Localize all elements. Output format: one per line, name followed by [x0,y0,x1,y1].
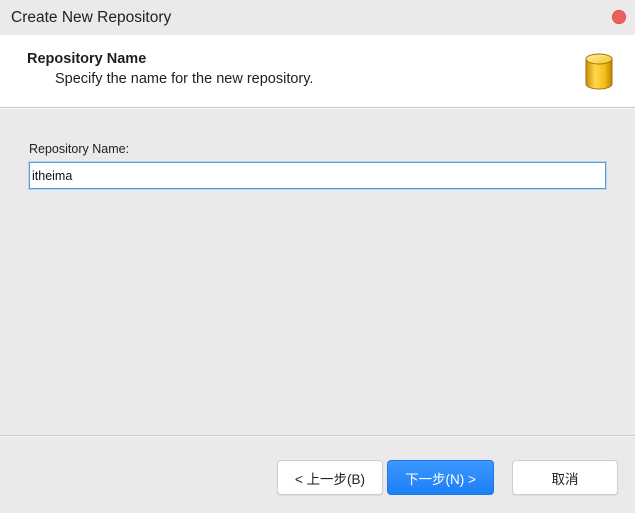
repository-name-input[interactable] [29,162,606,189]
database-icon [585,53,613,90]
next-button[interactable]: 下一步(N) > [387,460,494,495]
create-repository-dialog: Create New Repository Repository Name Sp… [0,0,635,513]
repository-name-label: Repository Name: [29,142,130,156]
page-description: Specify the name for the new repository. [55,71,314,87]
wizard-header: Repository Name Specify the name for the… [0,35,635,107]
page-title: Repository Name [27,51,147,67]
window-title: Create New Repository [11,9,172,26]
close-button[interactable] [612,10,626,24]
title-bar: Create New Repository [0,0,635,35]
cancel-button[interactable]: 取消 [512,460,618,495]
header-divider-highlight [0,108,635,109]
back-button[interactable]: < 上一步(B) [277,460,383,495]
footer-divider-highlight [0,436,635,437]
